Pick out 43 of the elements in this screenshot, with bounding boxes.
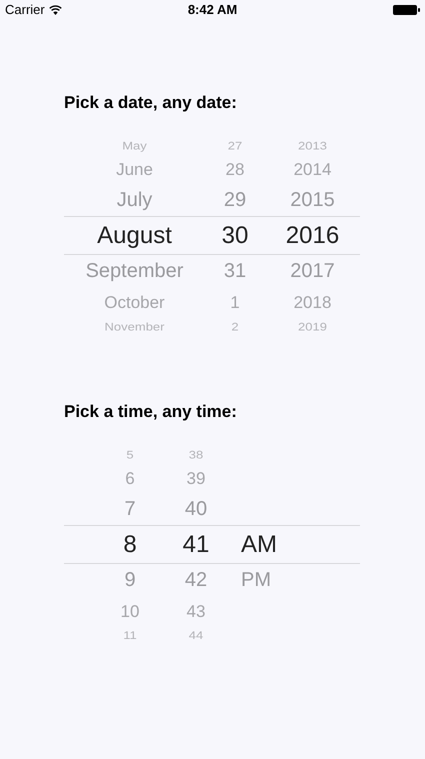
picker-option[interactable]: 30 [222, 224, 248, 248]
picker-option[interactable]: 43 [186, 602, 206, 620]
picker-title: Pick a time, any time: [64, 401, 237, 423]
picker-option[interactable]: PM [241, 570, 271, 590]
picker-option[interactable]: 7 [124, 499, 136, 519]
carrier-name: Carrier [5, 1, 45, 20]
picker-option[interactable]: 2014 [294, 160, 332, 178]
battery-icon [393, 5, 420, 15]
picker-option[interactable]: 41 [182, 532, 210, 556]
picker-option[interactable]: AM [241, 532, 277, 556]
picker-option[interactable]: 5 [126, 448, 134, 460]
picker-option[interactable]: August [97, 224, 172, 248]
picker-option[interactable]: 28 [226, 160, 244, 178]
picker-option[interactable]: September [86, 261, 184, 281]
picker-option[interactable]: 29 [224, 190, 246, 210]
picker-option[interactable]: 2015 [290, 190, 335, 210]
picker-option[interactable]: 2013 [298, 139, 327, 151]
picker-option[interactable]: 8 [123, 532, 137, 556]
picker-option[interactable]: 38 [188, 448, 204, 460]
picker-option[interactable]: 9 [124, 570, 136, 590]
picker-option[interactable]: May [122, 139, 147, 151]
picker-option[interactable]: October [104, 294, 165, 310]
picker-option[interactable]: 2016 [286, 224, 340, 248]
picker-option[interactable]: 44 [188, 629, 204, 641]
picker-option[interactable]: 2 [231, 320, 239, 332]
picker-option[interactable]: 6 [125, 470, 135, 486]
picker-option[interactable]: 42 [184, 570, 208, 590]
picker-option[interactable]: 27 [228, 139, 242, 151]
picker-option[interactable]: 40 [184, 499, 208, 519]
picker-option[interactable]: November [104, 320, 164, 332]
picker-option[interactable]: 2017 [290, 261, 335, 281]
wifi-icon [48, 5, 62, 15]
picker-option[interactable]: 2018 [294, 294, 332, 310]
picker-option[interactable]: 39 [186, 470, 206, 486]
picker-option[interactable]: June [116, 160, 153, 178]
picker-option[interactable]: 1 [230, 294, 240, 310]
picker-option[interactable]: 11 [123, 629, 137, 641]
picker-option[interactable]: 31 [224, 261, 246, 281]
picker-option[interactable]: 10 [120, 602, 140, 620]
picker-title: Pick a date, any date: [64, 92, 237, 114]
clock-time: 8:42 AM [188, 1, 238, 20]
picker-option[interactable]: July [116, 190, 152, 210]
picker-option[interactable]: 2019 [298, 320, 327, 332]
